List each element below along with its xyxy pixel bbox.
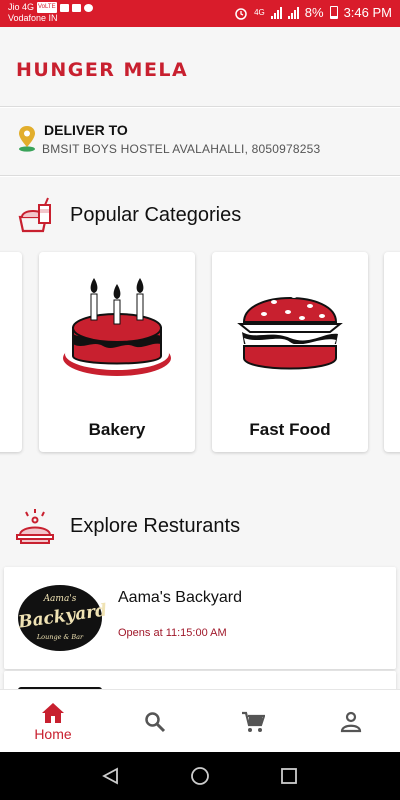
- category-card-fast-food[interactable]: Fast Food: [212, 252, 368, 452]
- cake-icon: [63, 278, 171, 376]
- logo-text-sub: Lounge & Bar: [36, 633, 84, 641]
- chat-icon: [83, 3, 93, 12]
- category-card-bakery[interactable]: Bakery: [39, 252, 195, 452]
- signal-icon: [270, 6, 282, 19]
- restaurant-name: Aama's Backyard: [118, 589, 242, 606]
- burger-icon: [237, 294, 343, 370]
- categories-carousel[interactable]: Bakery Fast Food: [0, 252, 400, 452]
- deliver-address: BMSIT BOYS HOSTEL AVALAHALLI, 8050978253: [42, 142, 321, 156]
- battery-percent: 8%: [304, 5, 324, 20]
- nav-home-label: Home: [34, 725, 72, 742]
- nav-home[interactable]: Home: [3, 690, 103, 753]
- category-card-partial-right[interactable]: [384, 252, 400, 452]
- deliver-title: DELIVER TO: [44, 122, 128, 138]
- restaurant-status: Opens at 11:15:00 AM: [118, 627, 227, 639]
- gmail-icon: [71, 3, 81, 12]
- restaurant-logo: Aama's Backyard Lounge & Bar: [17, 585, 109, 651]
- nav-search[interactable]: [105, 690, 205, 753]
- main-content[interactable]: Popular Categories Bakery Fast Food Expl…: [0, 177, 400, 689]
- restaurant-card[interactable]: Aama's Backyard Lounge & Bar Aama's Back…: [4, 567, 396, 669]
- restaurants-title: Explore Resturants: [70, 514, 241, 537]
- categories-title: Popular Categories: [70, 203, 242, 226]
- status-left: Jio 4G VoLTE Vodafone IN: [8, 2, 93, 24]
- cart-icon: [242, 711, 265, 732]
- dropbox-icon: [59, 3, 69, 12]
- carrier-secondary: Vodafone IN: [8, 13, 58, 23]
- nav-cart[interactable]: [203, 690, 303, 753]
- alarm-icon: [235, 7, 247, 20]
- app-title: HUNGER MELA: [16, 59, 189, 81]
- home-circle-icon[interactable]: [190, 766, 210, 786]
- battery-icon: [329, 6, 338, 19]
- nav-profile[interactable]: [301, 690, 400, 753]
- bottom-nav: Home: [0, 689, 400, 752]
- volte-badge: VoLTE: [37, 2, 57, 13]
- food-cloche-icon: [16, 509, 54, 544]
- deliver-to-section[interactable]: DELIVER TO BMSIT BOYS HOSTEL AVALAHALLI,…: [0, 108, 400, 176]
- category-card-partial-left[interactable]: [0, 252, 22, 452]
- back-icon[interactable]: [101, 767, 119, 785]
- network-type: 4G: [254, 8, 265, 17]
- system-nav-bar: [0, 752, 400, 800]
- carrier-primary: Jio 4G: [8, 2, 35, 12]
- location-pin-icon: [19, 126, 35, 152]
- status-bar: Jio 4G VoLTE Vodafone IN 4G 8% 3:46 PM: [0, 0, 400, 27]
- category-label-bakery: Bakery: [88, 420, 146, 439]
- restaurant-card-next[interactable]: [4, 671, 396, 689]
- categories-header: Popular Categories: [16, 197, 241, 233]
- clock: 3:46 PM: [343, 5, 392, 20]
- restaurants-header: Explore Resturants: [16, 507, 240, 545]
- fast-food-icon: [18, 197, 51, 233]
- app-bar: HUNGER MELA: [0, 27, 400, 107]
- category-label-fast-food: Fast Food: [249, 420, 331, 439]
- signal-icon-2: [287, 6, 299, 19]
- recents-icon[interactable]: [280, 767, 298, 785]
- profile-icon: [340, 711, 362, 732]
- search-icon: [145, 711, 166, 732]
- status-right: 4G 8% 3:46 PM: [234, 5, 392, 20]
- home-icon: [42, 702, 64, 723]
- logo-text-main: Backyard: [17, 600, 109, 633]
